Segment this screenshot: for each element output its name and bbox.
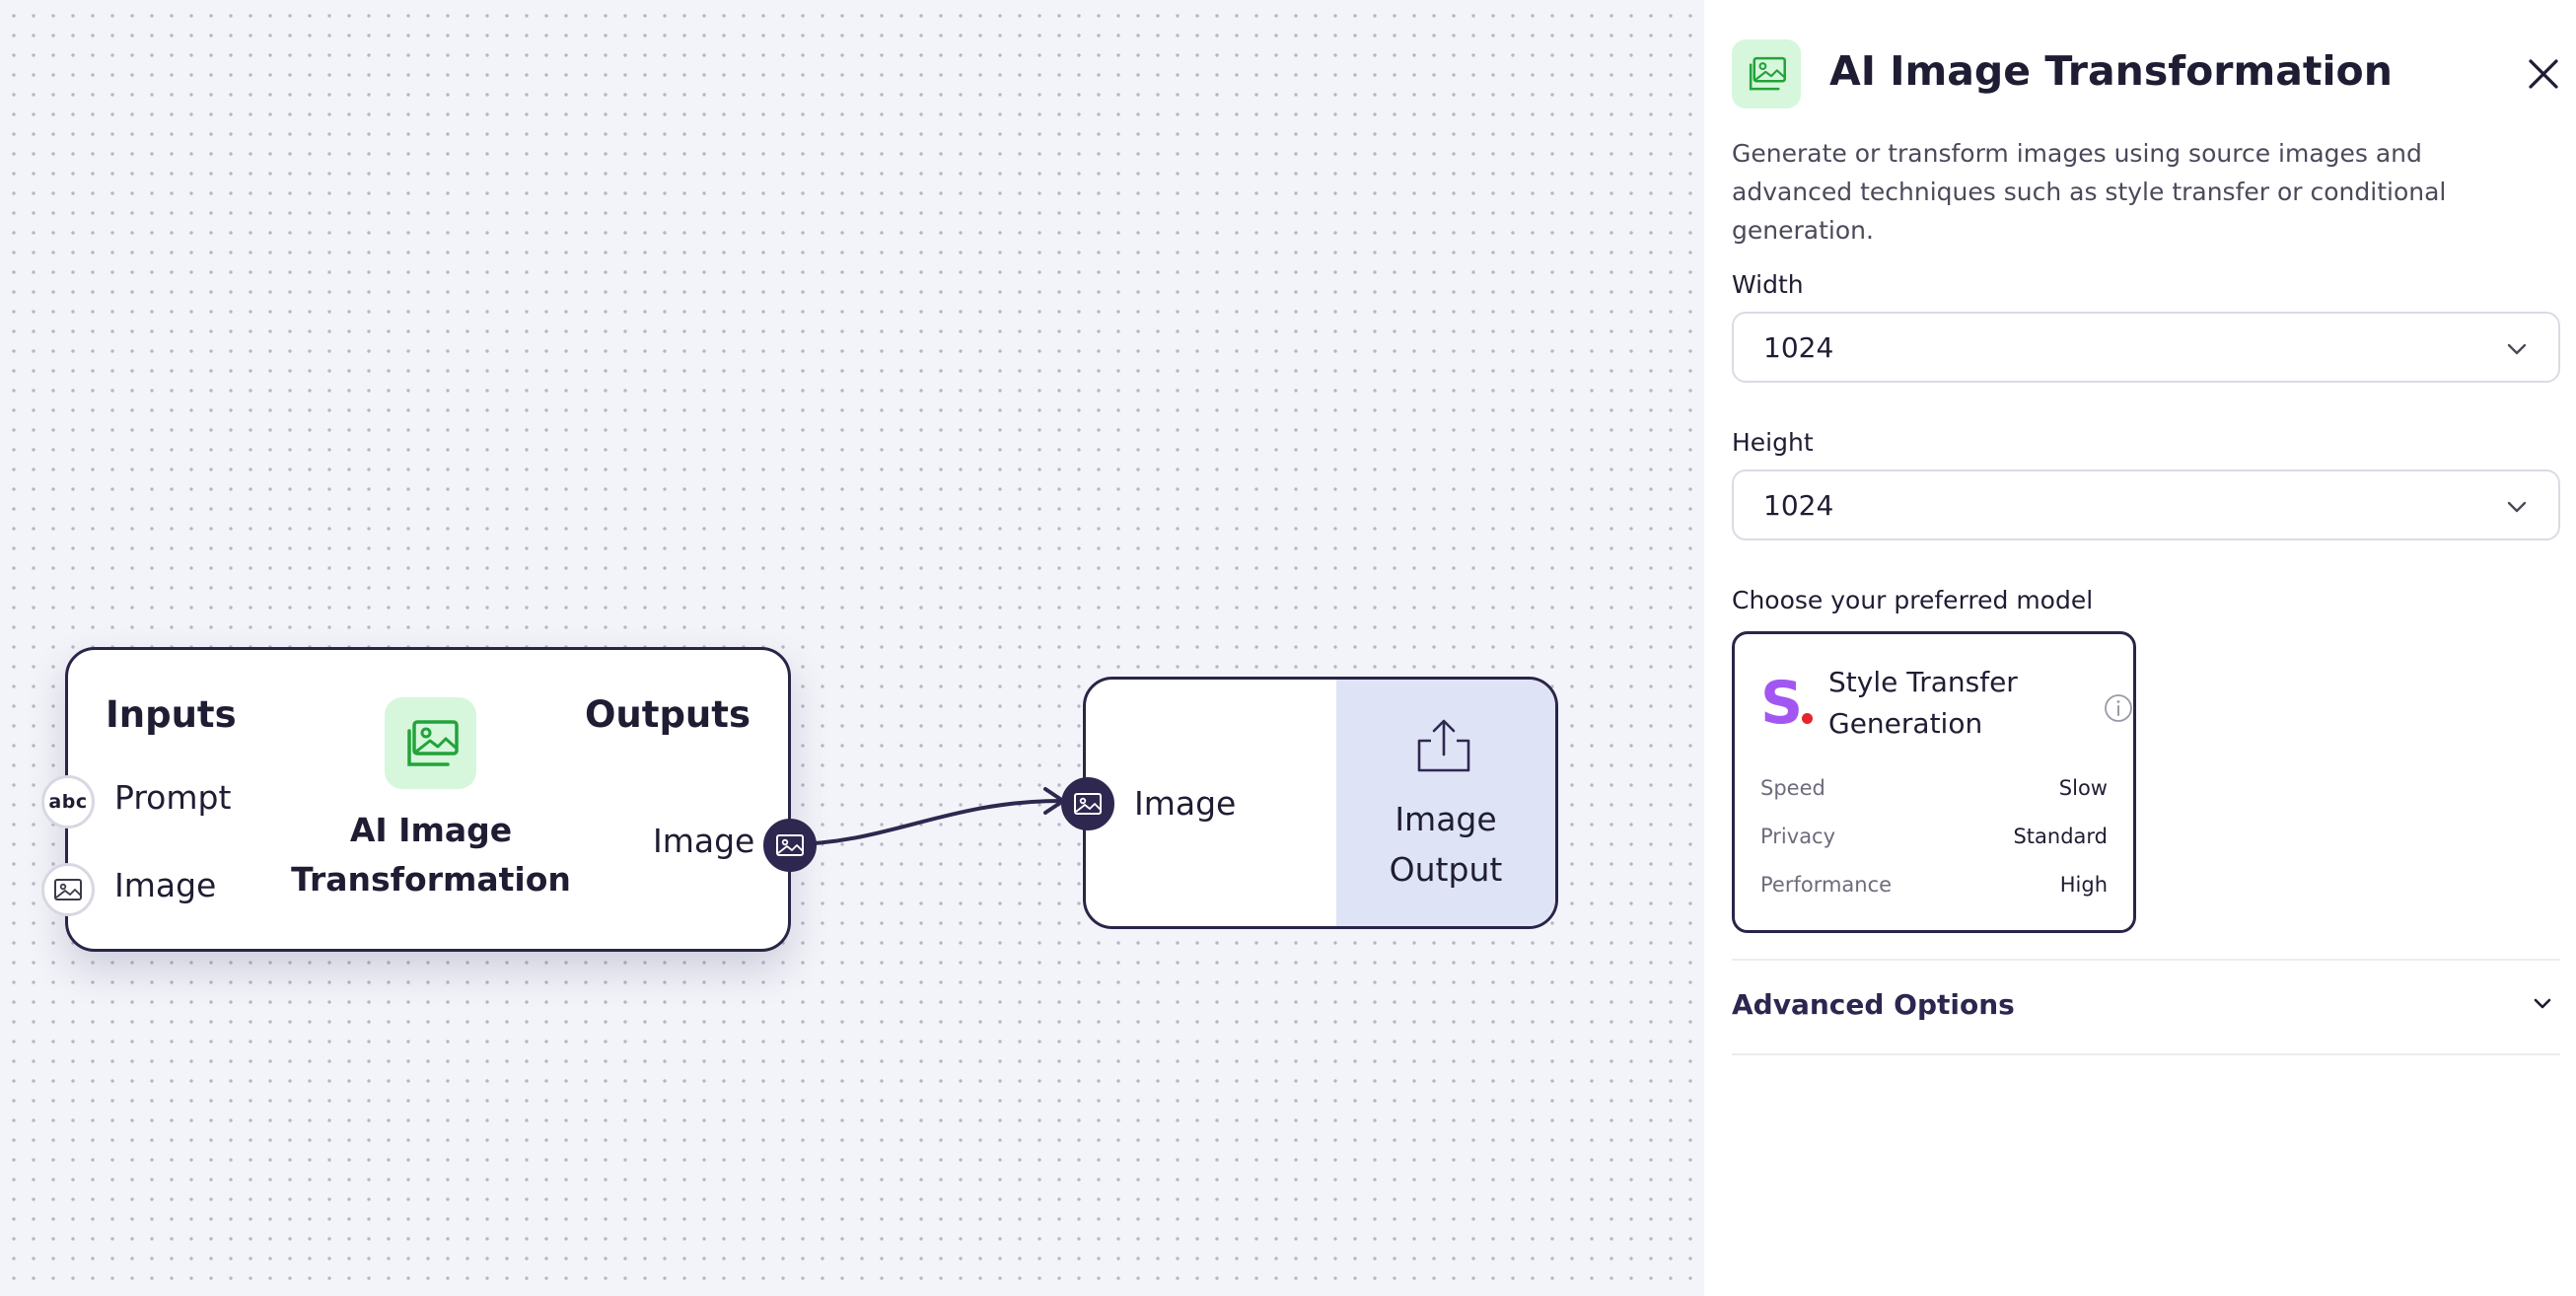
workflow-canvas[interactable]: Inputs Outputs AI Image Transformation a… [0, 0, 1704, 1296]
text-abc-icon: abc [48, 791, 88, 813]
panel-description: Generate or transform images using sourc… [1732, 139, 2447, 245]
width-select[interactable]: 1024 [1732, 312, 2560, 383]
output-node-panel: Image Output [1336, 680, 1555, 926]
spec-value: Slow [2058, 776, 2108, 800]
prompt-input-port[interactable]: abc [41, 775, 95, 828]
image-icon [54, 879, 82, 900]
height-select[interactable]: 1024 [1732, 469, 2560, 540]
model-logo: S [1760, 669, 1804, 738]
image-transform-icon [1732, 39, 1801, 108]
inputs-heading: Inputs [106, 693, 237, 736]
output-node-title: Image Output [1389, 800, 1503, 889]
close-button[interactable] [2523, 53, 2564, 95]
image-transform-icon [385, 697, 476, 789]
height-label: Height [1732, 428, 1814, 457]
output-node-input-label: Image [1134, 784, 1237, 823]
ai-image-transformation-node[interactable]: Inputs Outputs AI Image Transformation a… [41, 647, 817, 952]
model-card-style-transfer[interactable]: S Style Transfer Generation Speed Slow P… [1732, 631, 2136, 933]
spec-value: Standard [2013, 825, 2108, 848]
spec-row-privacy: Privacy Standard [1760, 825, 2108, 848]
model-section-label: Choose your preferred model [1732, 586, 2094, 614]
spec-row-performance: Performance High [1760, 873, 2108, 897]
height-value: 1024 [1763, 488, 1834, 522]
advanced-options-toggle[interactable]: Advanced Options [1732, 982, 2560, 1030]
image-output-label: Image [653, 822, 755, 860]
spec-key: Performance [1760, 873, 1893, 897]
prompt-input-label: Prompt [114, 778, 232, 817]
outputs-heading: Outputs [584, 693, 751, 736]
spec-value: High [2059, 873, 2108, 897]
width-label: Width [1732, 270, 1804, 299]
image-input-port-output-node[interactable] [1061, 777, 1114, 830]
chevron-down-icon [2507, 343, 2527, 355]
image-icon [1074, 793, 1102, 815]
spec-key: Speed [1760, 776, 1825, 800]
image-input-port[interactable] [41, 863, 95, 916]
spec-row-speed: Speed Slow [1760, 776, 2108, 800]
image-output-port[interactable] [763, 819, 817, 872]
model-logo-dot [1802, 713, 1813, 724]
chevron-down-icon [2534, 998, 2551, 1009]
info-icon[interactable] [2104, 693, 2133, 723]
close-icon [2529, 59, 2558, 89]
upload-icon [1417, 719, 1470, 772]
advanced-options-label: Advanced Options [1732, 988, 2015, 1021]
image-input-label: Image [114, 866, 217, 904]
chevron-down-icon [2507, 501, 2527, 513]
node-settings-panel: AI Image Transformation Generate or tran… [1704, 0, 2576, 1296]
model-name: Style Transfer Generation [1828, 666, 2018, 740]
image-icon [776, 834, 804, 856]
divider [1732, 959, 2560, 961]
divider [1732, 1053, 2560, 1055]
spec-key: Privacy [1760, 825, 1836, 848]
panel-title: AI Image Transformation [1829, 47, 2393, 95]
width-value: 1024 [1763, 330, 1834, 364]
node-title: AI Image Transformation [291, 811, 571, 899]
